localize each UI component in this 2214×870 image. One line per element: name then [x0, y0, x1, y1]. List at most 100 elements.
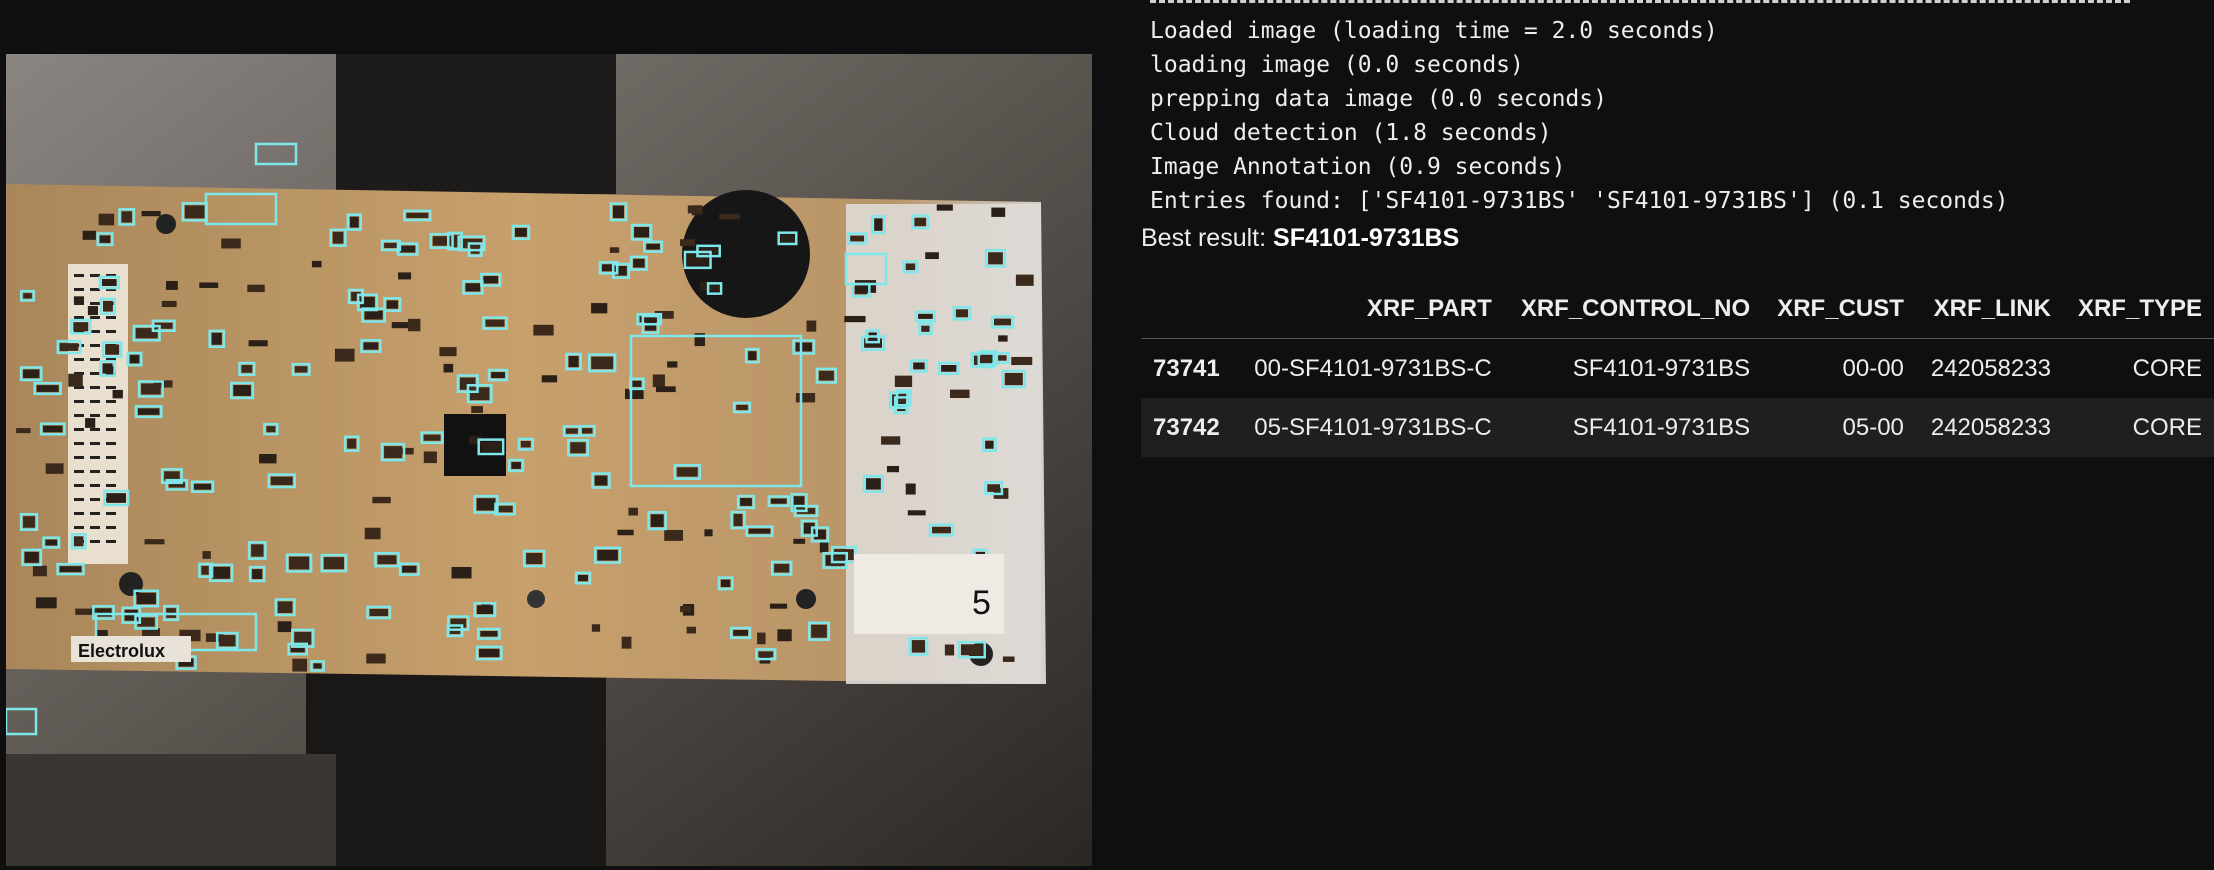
component-mark [985, 440, 994, 449]
component-mark [594, 475, 608, 486]
component-mark [73, 322, 89, 332]
component-mark [289, 556, 310, 570]
barcode-mark [90, 302, 100, 305]
component-mark [565, 428, 578, 434]
barcode-mark [90, 386, 100, 389]
component-mark [259, 454, 277, 464]
component-mark [1015, 274, 1034, 286]
component-mark [844, 315, 866, 323]
component-mark [32, 565, 47, 577]
component-mark [680, 606, 692, 613]
component-mark [591, 624, 601, 632]
barcode-mark [90, 498, 100, 501]
component-mark [950, 389, 970, 399]
component-mark [780, 234, 795, 242]
barcode-mark [106, 414, 116, 417]
component-mark [634, 227, 650, 238]
component-mark [323, 557, 344, 570]
component-mark [98, 213, 115, 226]
component-mark [102, 363, 113, 374]
component-mark [349, 216, 359, 228]
log-line: loading image (0.0 seconds) [1150, 52, 1524, 78]
component-mark [886, 465, 900, 473]
barcode-mark [106, 512, 116, 515]
component-mark [366, 653, 386, 664]
component-mark [59, 343, 79, 351]
barcode-mark [90, 484, 100, 487]
cell-xrf-control-no: SF4101-9731BS [1572, 354, 1751, 382]
component-mark [386, 300, 399, 309]
component-mark [45, 463, 64, 474]
component-mark [292, 658, 308, 672]
component-mark [998, 335, 1008, 342]
component-mark [406, 212, 429, 219]
component-mark [68, 373, 83, 387]
component-mark [85, 418, 96, 428]
component-mark [364, 527, 381, 540]
component-mark [633, 258, 645, 268]
component-mark [854, 280, 877, 293]
component-mark [533, 324, 554, 336]
component-mark [194, 483, 212, 490]
component-mark [758, 651, 774, 658]
component-mark [112, 389, 123, 399]
component-mark [736, 404, 748, 411]
component-mark [806, 320, 817, 332]
component-mark [334, 348, 355, 362]
column-header-xrf-control-no: XRF_CONTROL_NO [1503, 280, 1763, 339]
barcode-mark [106, 428, 116, 431]
barcode-mark [74, 498, 84, 501]
component-mark [955, 309, 969, 318]
barcode-mark [106, 316, 116, 319]
board-logo-text: Electrolux [78, 641, 165, 661]
component-mark [628, 507, 638, 516]
component-mark [819, 542, 829, 553]
component-mark [270, 476, 293, 486]
best-result-value: SF4101-9731BS [1273, 224, 1460, 252]
barcode-mark [106, 470, 116, 473]
table-row: 73741 00-SF4101-9731BS-C SF4101-9731BS 0… [1141, 339, 2214, 399]
component-mark [777, 629, 792, 642]
component-mark [918, 313, 933, 319]
component-mark [35, 597, 57, 609]
barcode-mark [74, 456, 84, 459]
component-mark [793, 538, 806, 544]
cell-xrf-control-no: SF4101-9731BS [1503, 398, 1763, 457]
component-mark [921, 325, 930, 332]
component-mark [471, 406, 483, 413]
component-mark [73, 296, 84, 303]
component-mark [402, 565, 417, 573]
barcode-mark [74, 288, 84, 291]
component-mark [520, 440, 531, 448]
barcode-mark [90, 428, 100, 431]
component-mark [95, 608, 112, 617]
barcode-mark [90, 274, 100, 277]
barcode-mark [106, 330, 116, 333]
component-mark [988, 252, 1003, 265]
component-mark [865, 478, 881, 490]
barcode-mark [90, 526, 100, 529]
barcode-mark [90, 414, 100, 417]
component-mark [384, 242, 398, 248]
barcode-mark [90, 358, 100, 361]
component-mark [294, 366, 308, 373]
barcode-mark [106, 442, 116, 445]
component-mark [16, 428, 31, 434]
component-mark [774, 563, 790, 573]
component-mark [617, 529, 634, 536]
results-table: XRF_PART XRF_CONTROL_NO XRF_CUST XRF_LIN… [1141, 280, 2214, 457]
component-mark [687, 205, 703, 214]
component-mark [811, 624, 827, 638]
component-mark [73, 536, 84, 547]
component-mark [894, 375, 913, 387]
column-header-xrf-part: XRF_PART [1237, 280, 1504, 339]
circuit-board-image: Electrolux 5 [6, 54, 1092, 866]
component-mark [202, 551, 211, 559]
log-line: Image Annotation (0.9 seconds) [1150, 154, 1566, 180]
component-mark [941, 364, 957, 372]
component-mark [936, 204, 953, 211]
component-mark [105, 344, 120, 355]
component-mark [597, 549, 618, 561]
component-mark [43, 425, 63, 433]
barcode-mark [106, 484, 116, 487]
